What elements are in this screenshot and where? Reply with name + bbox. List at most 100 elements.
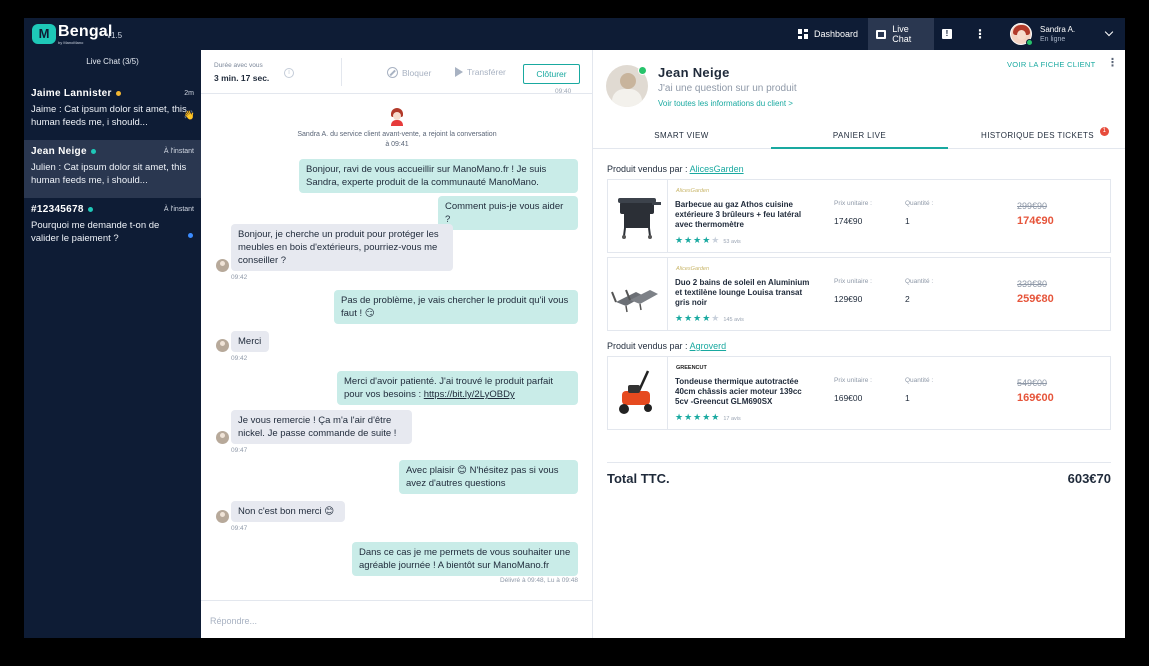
quantity-label: Quantité : <box>905 200 934 207</box>
livechat-label: Live Chat <box>892 24 912 44</box>
message-time: 09:40 <box>555 88 572 95</box>
seller-link[interactable]: Agroverd <box>690 341 727 351</box>
tab-label: HISTORIQUE DES TICKETS <box>981 131 1094 140</box>
conversation-item[interactable]: Jaime Lannister 2m Jaime : Cat ipsum dol… <box>24 82 201 140</box>
seller-link[interactable]: AlicesGarden <box>690 164 744 174</box>
conversation-preview: Julien : Cat ipsum dolor sit amet, this … <box>31 162 187 186</box>
message-incoming: Bonjour, je cherche un produit pour prot… <box>231 224 453 271</box>
quantity-label: Quantité : <box>905 278 934 285</box>
reply-box <box>201 600 593 638</box>
unit-price-value: 174€90 <box>834 216 863 226</box>
message-outgoing: Avec plaisir 😊 N'hésitez pas si vous ave… <box>399 460 578 494</box>
product-title[interactable]: Duo 2 bains de soleil en Aluminium et te… <box>675 278 811 308</box>
conversation-preview: Jaime : Cat ipsum dolor sit amet, this h… <box>31 104 187 128</box>
unit-price-label: Prix unitaire : <box>834 200 872 207</box>
feedback-button[interactable]: ! <box>934 18 960 50</box>
duration-value: 3 min. 17 sec. <box>214 73 270 83</box>
product-brand: AlicesGarden <box>676 266 710 272</box>
app-version: v1.5 <box>107 31 123 40</box>
sale-price: 169€00 <box>1017 392 1054 404</box>
block-label: Bloquer <box>402 67 432 78</box>
message-outgoing: Merci d'avoir patienté. J'ai trouvé le p… <box>337 371 578 405</box>
chat-panel: Durée avec vous 3 min. 17 sec. i Bloquer… <box>201 50 593 638</box>
online-status-icon <box>87 207 93 212</box>
message-link[interactable]: https://bit.ly/2LyOBDy <box>424 389 515 400</box>
conversation-item-active[interactable]: Jean Neige À l'instant Julien : Cat ipsu… <box>24 140 201 198</box>
message-time: 09:42 <box>231 355 248 362</box>
client-info-link[interactable]: Voir toutes les informations du client > <box>658 99 793 108</box>
total-divider <box>607 462 1111 463</box>
client-avatar <box>216 259 229 272</box>
product-title[interactable]: Barbecue au gaz Athos cuisine extérieure… <box>675 200 811 230</box>
panel-kebab-icon[interactable]: ⋮ <box>1107 56 1118 69</box>
conversation-item[interactable]: #12345678 À l'instant Pourquoi me demand… <box>24 198 201 256</box>
info-icon[interactable]: i <box>284 68 294 78</box>
unit-price-value: 129€90 <box>834 294 863 304</box>
old-price: 549€00 <box>1017 378 1048 388</box>
conversation-name: Jean Neige <box>31 146 87 157</box>
old-price: 299€90 <box>1017 201 1048 211</box>
sidebar-title: Live Chat (3/5) <box>86 57 139 66</box>
dashboard-button[interactable]: Dashboard <box>790 18 866 50</box>
client-name: Jean Neige <box>658 65 730 80</box>
product-rating: ★★★★★ 53 avis <box>675 235 741 245</box>
client-avatar <box>216 339 229 352</box>
client-avatar <box>216 431 229 444</box>
panel-tabs: SMART VIEW PANIER LIVE HISTORIQUE DES TI… <box>593 124 1125 149</box>
close-conversation-button[interactable]: Clôturer <box>523 64 580 84</box>
tab-panier-live[interactable]: PANIER LIVE <box>771 124 948 149</box>
conversation-time: À l'instant <box>163 148 194 155</box>
agent-join-notice: Sandra A. du service client avant-vente,… <box>297 131 497 148</box>
transfer-button[interactable]: Transférer <box>455 67 506 77</box>
seller-prefix: Produit vendus par : <box>607 164 688 174</box>
product-card[interactable]: AlicesGarden Duo 2 bains de soleil en Al… <box>607 257 1111 331</box>
message-incoming: Je vous remercie ! Ça m'a l'air d'être n… <box>231 410 412 444</box>
block-button[interactable]: Bloquer <box>387 67 431 78</box>
chevron-down-icon[interactable] <box>1104 27 1114 37</box>
client-online-icon <box>638 66 647 75</box>
topbar-menu-button[interactable]: ⋮ <box>966 18 986 50</box>
message-outgoing: Pas de problème, je vais chercher le pro… <box>334 290 578 324</box>
transfer-label: Transférer <box>467 67 506 77</box>
duration-label: Durée avec vous <box>214 62 263 69</box>
product-image <box>608 180 668 252</box>
tab-historique-tickets[interactable]: HISTORIQUE DES TICKETS 1 <box>949 124 1125 149</box>
logo-icon: M <box>32 24 56 44</box>
quantity-value: 2 <box>905 294 910 304</box>
product-reviews: 145 avis <box>723 317 744 323</box>
online-status-icon <box>90 149 96 154</box>
user-online-icon <box>1026 39 1033 46</box>
total-label: Total TTC. <box>607 471 670 486</box>
livechat-button[interactable]: Live Chat <box>868 18 934 50</box>
message-incoming: Merci <box>231 331 269 352</box>
client-sheet-link[interactable]: VOIR LA FICHE CLIENT <box>1007 60 1096 69</box>
product-card[interactable]: GREENCUT Tondeuse thermique autotractée … <box>607 356 1111 430</box>
product-title[interactable]: Tondeuse thermique autotractée 40cm châs… <box>675 377 811 407</box>
sale-price: 174€90 <box>1017 215 1054 227</box>
quantity-value: 1 <box>905 393 910 403</box>
product-brand: AlicesGarden <box>676 188 710 194</box>
agent-avatar-icon <box>389 108 405 126</box>
conversation-sidebar: Live Chat (3/5) Jaime Lannister 2m Jaime… <box>24 50 201 638</box>
message-outgoing: Comment puis-je vous aider ? <box>438 196 578 230</box>
product-reviews: 53 avis <box>723 239 741 245</box>
chat-icon <box>876 29 887 39</box>
product-card[interactable]: AlicesGarden Barbecue au gaz Athos cuisi… <box>607 179 1111 253</box>
unit-price-label: Prix unitaire : <box>834 377 872 384</box>
client-avatar <box>216 510 229 523</box>
conversation-name: #12345678 <box>31 204 84 215</box>
seller-line: Produit vendus par : Agroverd <box>607 341 726 351</box>
arrow-right-icon <box>455 67 463 77</box>
message-time: 09:47 <box>231 447 248 454</box>
feedback-icon: ! <box>942 29 952 39</box>
product-brand: GREENCUT <box>676 365 707 371</box>
conversation-time: À l'instant <box>163 206 194 213</box>
product-rating: ★★★★★ 145 avis <box>675 313 744 323</box>
reply-input[interactable] <box>210 614 580 628</box>
user-name: Sandra A. <box>1040 25 1076 34</box>
conversation-name-row: Jaime Lannister <box>31 88 194 99</box>
tab-smart-view[interactable]: SMART VIEW <box>593 124 770 149</box>
old-price: 339€80 <box>1017 279 1048 289</box>
app-brand: Bengal <box>58 23 113 40</box>
message-time: 09:42 <box>231 274 248 281</box>
